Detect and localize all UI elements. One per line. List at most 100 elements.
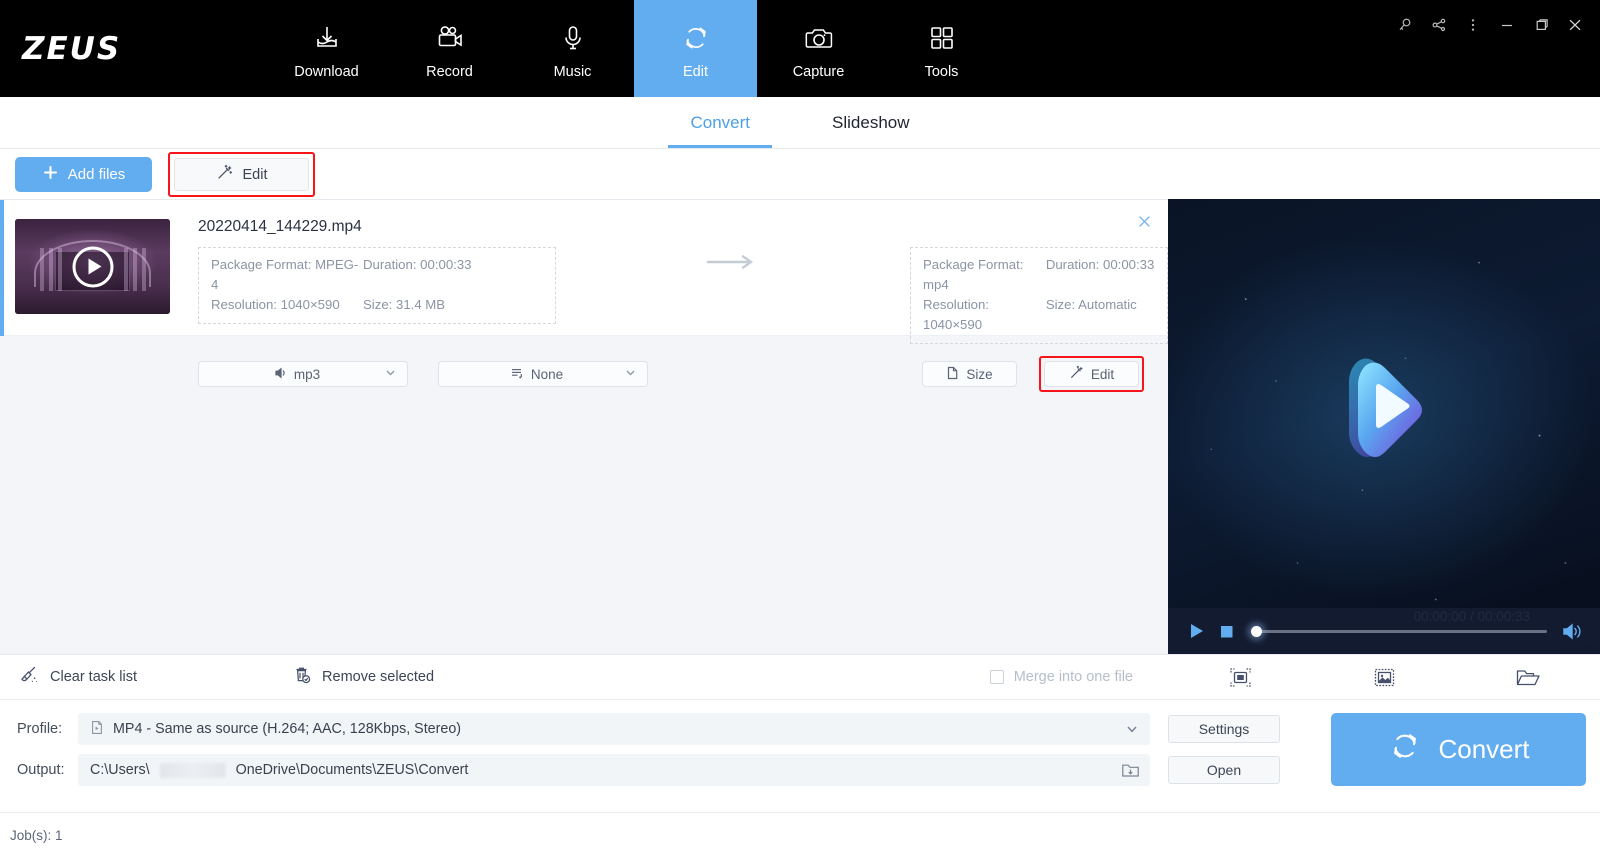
volume-button[interactable] (1557, 616, 1587, 646)
source-size: Size: 31.4 MB (363, 297, 446, 312)
profile-value: MP4 - Same as source (H.264; AAC, 128Kbp… (113, 721, 462, 737)
convert-button[interactable]: Convert (1331, 713, 1586, 786)
list-actions-bar: Clear task list Remove selected Merge in… (0, 654, 1168, 699)
nav-item-tools[interactable]: Tools (880, 0, 1003, 97)
seek-handle[interactable] (1251, 625, 1262, 637)
merge-label: Merge into one file (1013, 669, 1133, 685)
target-size: Size: Automatic (1045, 297, 1137, 312)
speaker-icon (273, 366, 287, 383)
file-name: 20220414_144229.mp4 (198, 218, 362, 235)
nav-item-label: Record (426, 64, 473, 80)
play-button[interactable] (1181, 616, 1211, 646)
nav-item-download[interactable]: Download (265, 0, 388, 97)
thumbnail-play-icon[interactable] (72, 246, 113, 287)
status-bar: Job(s): 1 (0, 812, 1600, 858)
open-button[interactable]: Open (1168, 756, 1280, 784)
player-logo-icon (1323, 352, 1445, 464)
remove-selected-button[interactable]: Remove selected (292, 665, 434, 689)
settings-button[interactable]: Settings (1168, 715, 1280, 743)
source-meta-box: Package Format: MPEG-4 Duration: 00:00:3… (198, 247, 556, 324)
search-key-icon[interactable] (1390, 12, 1420, 38)
maximize-icon[interactable] (1526, 12, 1556, 38)
broom-icon (20, 665, 40, 689)
app-logo: ZEUS (22, 30, 122, 67)
nav-item-capture[interactable]: Capture (757, 0, 880, 97)
plus-icon (42, 164, 59, 185)
close-icon[interactable] (1560, 12, 1590, 38)
tab-label: Slideshow (832, 112, 910, 132)
merge-into-one-file-checkbox[interactable]: Merge into one file (989, 669, 1133, 685)
snapshot-image-icon[interactable] (1312, 665, 1456, 690)
source-meta-line-2: Resolution: 1040×590 Size: 31.4 MB (211, 295, 543, 315)
item-edit-button-label: Edit (1090, 366, 1115, 382)
action-toolbar: Add files Edit (0, 150, 1600, 199)
checkbox-box[interactable] (989, 670, 1004, 684)
item-edit-highlight-box: Edit (1039, 356, 1144, 392)
stop-button[interactable] (1211, 616, 1241, 646)
add-files-button[interactable]: Add files (15, 157, 152, 192)
target-meta-box: Package Format: mp4 Duration: 00:00:33 R… (910, 247, 1168, 344)
nav-item-edit[interactable]: Edit (634, 0, 757, 97)
source-resolution: Resolution: 1040×590 (211, 297, 340, 312)
source-package-format: Package Format: MPEG-4 (211, 257, 359, 292)
preview-tools-bar (1168, 654, 1600, 699)
nav-item-music[interactable]: Music (511, 0, 634, 97)
video-thumbnail[interactable] (15, 219, 170, 314)
edit-button-label: Edit (242, 166, 268, 183)
item-edit-button[interactable]: Edit (1044, 361, 1139, 387)
profile-select[interactable]: MP4 - Same as source (H.264; AAC, 128Kbp… (78, 713, 1150, 745)
subtitle-track-value: None (530, 366, 564, 382)
chevron-down-icon[interactable] (1124, 721, 1140, 737)
source-meta-line-1: Package Format: MPEG-4 Duration: 00:00:3… (211, 255, 543, 295)
profile-row: Profile: MP4 - Same as source (H.264; AA… (0, 713, 1150, 745)
source-duration: Duration: 00:00:33 (363, 257, 472, 272)
tab-slideshow[interactable]: Slideshow (810, 97, 932, 148)
seek-bar[interactable] (1251, 616, 1547, 646)
output-path-suffix: OneDrive\Documents\ZEUS\Convert (235, 762, 469, 778)
conversion-arrow (556, 247, 910, 271)
more-menu-icon[interactable] (1458, 12, 1488, 38)
camera-icon (803, 17, 835, 59)
browse-folder-icon[interactable] (1121, 762, 1140, 779)
clear-task-list-button[interactable]: Clear task list (20, 665, 137, 689)
target-meta-line-2: Resolution: 1040×590 Size: Automatic (923, 295, 1155, 335)
nav-item-label: Capture (792, 64, 845, 80)
output-path-field[interactable]: C:\Users\ OneDrive\Documents\ZEUS\Convert (78, 754, 1150, 786)
profile-label: Profile: (17, 721, 63, 737)
video-camera-icon (434, 17, 466, 59)
seek-track (1251, 629, 1547, 633)
output-label: Output: (17, 762, 65, 778)
target-meta-line-1: Package Format: mp4 Duration: 00:00:33 (923, 255, 1155, 295)
audio-track-select[interactable]: mp3 (198, 361, 408, 387)
task-list-item[interactable]: 20220414_144229.mp4 Package Format: MPEG… (0, 200, 1168, 392)
zeus-application-window: ZEUS Download Record Music Edit Capture … (0, 0, 1600, 858)
chevron-down-icon (384, 366, 397, 382)
trash-check-icon (292, 665, 312, 689)
tab-label: Convert (690, 112, 751, 132)
minimize-icon[interactable] (1492, 12, 1522, 38)
remove-item-icon[interactable] (1132, 209, 1156, 233)
size-button-label: Size (966, 366, 993, 382)
share-icon[interactable] (1424, 12, 1454, 38)
redacted-username (159, 762, 226, 778)
meta-row: Package Format: MPEG-4 Duration: 00:00:3… (198, 247, 1168, 344)
fullscreen-icon[interactable] (1168, 665, 1312, 690)
task-list-area: 20220414_144229.mp4 Package Format: MPEG… (0, 199, 1168, 654)
open-label: Open (1206, 762, 1242, 778)
nav-item-record[interactable]: Record (388, 0, 511, 97)
nav-item-label: Tools (924, 64, 959, 80)
sub-tabs-bar: Convert Slideshow (0, 97, 1600, 149)
add-files-label: Add files (67, 166, 126, 183)
target-package-format: Package Format: mp4 (923, 257, 1024, 292)
open-folder-icon[interactable] (1456, 666, 1600, 689)
edit-button[interactable]: Edit (174, 158, 309, 191)
tab-convert[interactable]: Convert (668, 97, 772, 148)
file-info: 20220414_144229.mp4 Package Format: MPEG… (170, 200, 1168, 392)
window-controls (1390, 12, 1590, 38)
video-preview-panel[interactable]: 00:00:00 / 00:00:33 (1168, 199, 1600, 654)
size-button[interactable]: Size (922, 361, 1017, 387)
clear-task-list-label: Clear task list (50, 669, 138, 685)
target-duration: Duration: 00:00:33 (1045, 257, 1155, 272)
subtitle-track-select[interactable]: None (438, 361, 648, 387)
grid-squares-icon (928, 17, 956, 59)
